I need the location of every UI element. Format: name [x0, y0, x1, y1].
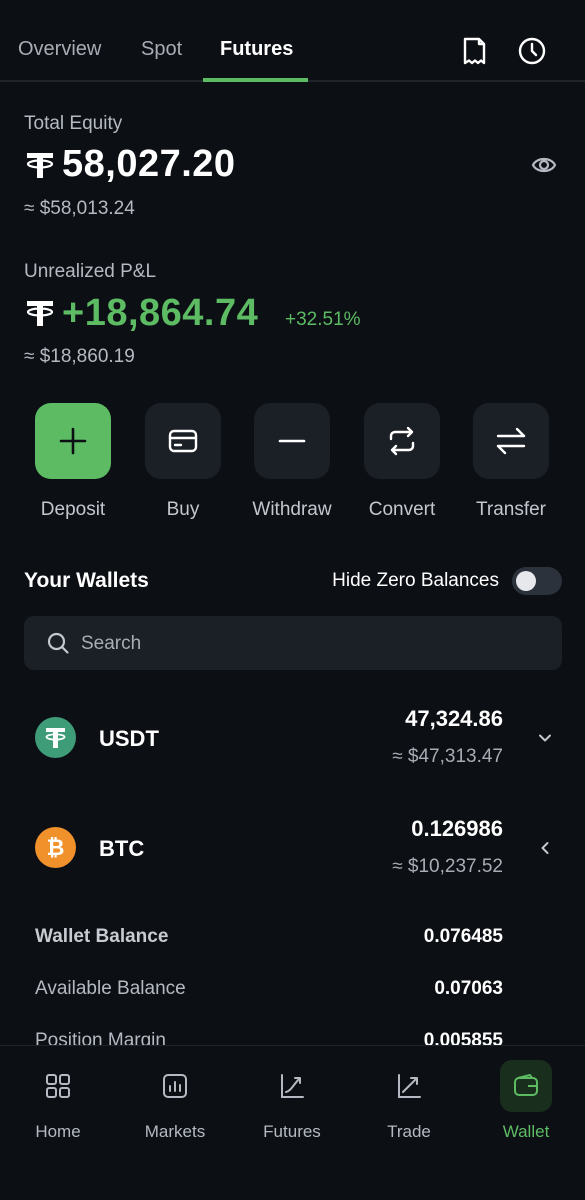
unrealized-pnl-amount: +18,864.74	[62, 292, 259, 334]
bottom-nav: Home Markets Futures Trade Wallet	[0, 1045, 585, 1200]
trade-icon	[398, 1074, 421, 1098]
deposit-label: Deposit	[40, 499, 106, 520]
wallet-search-input[interactable]: Search	[24, 616, 562, 670]
tether-symbol-icon	[26, 301, 54, 326]
tab-futures[interactable]: Futures	[220, 38, 293, 61]
convert-button[interactable]	[364, 403, 440, 479]
unrealized-pnl-label: Unrealized P&L	[24, 261, 157, 282]
wallet-balance-value: 0.076485	[423, 926, 503, 947]
tab-overview[interactable]: Overview	[18, 38, 101, 61]
search-placeholder: Search	[81, 633, 142, 654]
chevron-down-icon[interactable]	[537, 730, 553, 746]
nav-icon-container	[149, 1060, 201, 1112]
active-tab-indicator	[203, 78, 308, 82]
nav-icon-container	[383, 1060, 435, 1112]
total-equity-usd: ≈ $58,013.24	[24, 198, 135, 219]
card-icon	[168, 429, 198, 453]
coin-amount: 0.126986	[411, 816, 503, 841]
nav-item-futures[interactable]: Futures	[237, 1060, 347, 1142]
available-balance-value: 0.07063	[434, 978, 503, 999]
nav-item-trade[interactable]: Trade	[354, 1060, 464, 1142]
nav-label-futures: Futures	[263, 1122, 321, 1141]
btc-coin-icon: ₿	[35, 827, 76, 868]
transfer-icon	[496, 427, 526, 455]
buy-button[interactable]	[145, 403, 221, 479]
nav-label-trade: Trade	[387, 1122, 431, 1141]
chevron-left-icon[interactable]	[537, 840, 553, 856]
convert-action[interactable]: Convert	[347, 403, 457, 521]
nav-label-home: Home	[35, 1122, 81, 1141]
coin-amount: 47,324.86	[405, 706, 503, 731]
buy-action[interactable]: Buy	[128, 403, 238, 521]
convert-icon	[389, 426, 415, 456]
deposit-button[interactable]	[35, 403, 111, 479]
receipt-icon[interactable]	[459, 36, 489, 66]
wallet-row-btc[interactable]: ₿ BTC 0.126986 ≈ $10,237.52	[0, 803, 585, 893]
coin-usd-value: ≈ $10,237.52	[392, 856, 503, 877]
nav-item-wallet[interactable]: Wallet	[471, 1060, 581, 1142]
nav-item-markets[interactable]: Markets	[120, 1060, 230, 1142]
coin-name: USDT	[99, 726, 159, 751]
total-equity-label: Total Equity	[24, 113, 123, 134]
usdt-coin-icon	[35, 717, 76, 758]
convert-label: Convert	[368, 499, 436, 520]
hide-zero-balances-label: Hide Zero Balances	[332, 570, 499, 591]
total-equity-amount: 58,027.20	[62, 143, 236, 185]
plus-icon	[59, 427, 87, 455]
tether-symbol-icon	[26, 153, 54, 178]
buy-label: Buy	[166, 499, 200, 520]
deposit-action[interactable]: Deposit	[18, 403, 128, 521]
wallet-row-usdt[interactable]: USDT 47,324.86 ≈ $47,313.47	[0, 693, 585, 783]
chart-icon	[163, 1074, 187, 1098]
grid-icon	[46, 1074, 70, 1098]
nav-label-markets: Markets	[144, 1122, 206, 1141]
nav-label-wallet: Wallet	[502, 1122, 550, 1141]
toggle-knob	[516, 571, 536, 591]
history-clock-icon[interactable]	[517, 36, 547, 66]
nav-icon-container	[266, 1060, 318, 1112]
unrealized-pnl-percent: +32.51%	[285, 309, 361, 330]
search-icon	[47, 632, 69, 654]
top-tab-bar: Overview Spot Futures	[0, 0, 585, 82]
transfer-button[interactable]	[473, 403, 549, 479]
coin-usd-value: ≈ $47,313.47	[392, 746, 503, 767]
coin-name: BTC	[99, 836, 145, 861]
wallet-balance-label: Wallet Balance	[35, 926, 169, 947]
transfer-action[interactable]: Transfer	[456, 403, 566, 521]
unrealized-pnl-usd: ≈ $18,860.19	[24, 346, 135, 367]
your-wallets-title: Your Wallets	[24, 569, 149, 592]
nav-item-home[interactable]: Home	[3, 1060, 113, 1142]
futures-icon	[281, 1074, 304, 1098]
tab-spot[interactable]: Spot	[141, 38, 182, 61]
wallet-icon	[514, 1074, 538, 1096]
withdraw-action[interactable]: Withdraw	[237, 403, 347, 521]
available-balance-label: Available Balance	[35, 978, 186, 999]
hide-zero-balances-toggle[interactable]	[512, 567, 562, 595]
minus-icon	[278, 439, 306, 443]
nav-icon-container	[32, 1060, 84, 1112]
svg-text:₿: ₿	[47, 835, 65, 860]
withdraw-button[interactable]	[254, 403, 330, 479]
transfer-label: Transfer	[475, 499, 547, 520]
nav-icon-container	[500, 1060, 552, 1112]
eye-icon[interactable]	[531, 152, 557, 178]
withdraw-label: Withdraw	[252, 499, 332, 520]
